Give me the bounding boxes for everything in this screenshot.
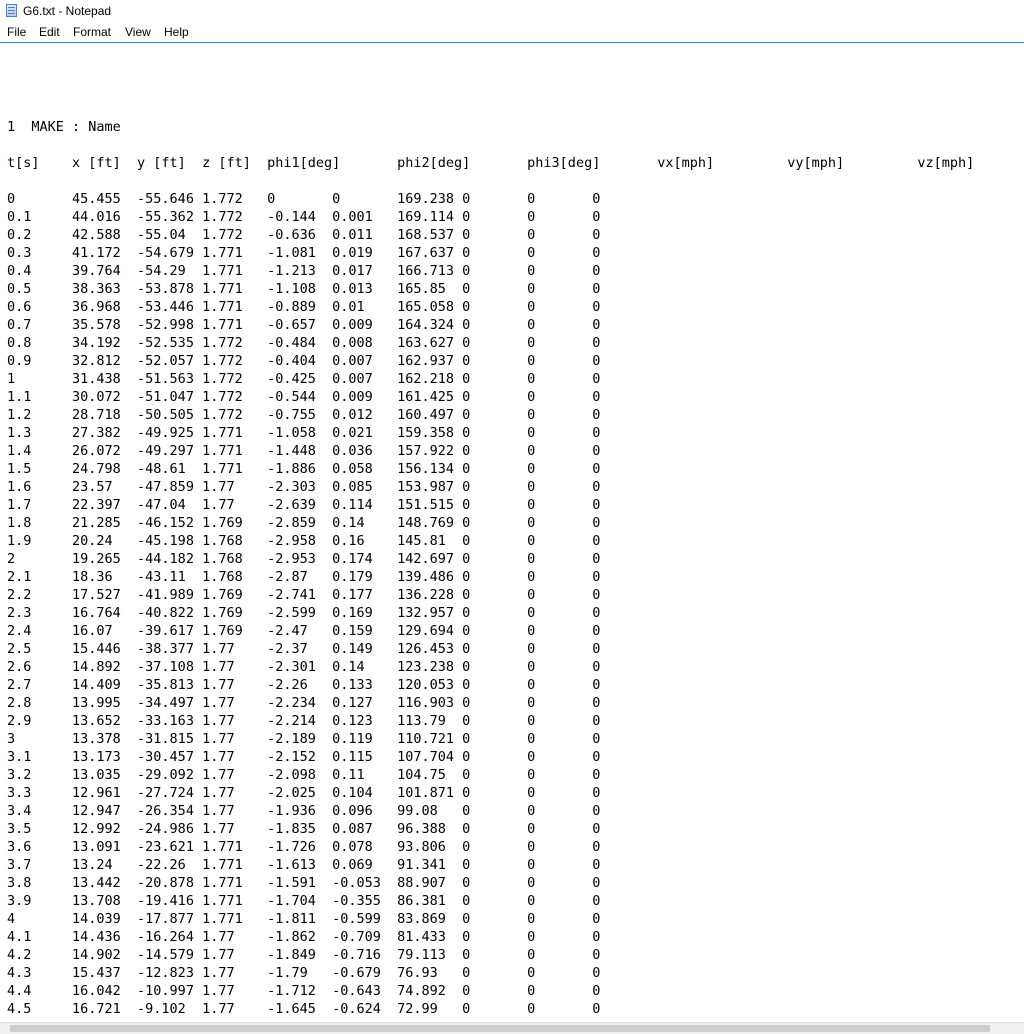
- scrollbar-thumb[interactable]: [10, 1025, 990, 1032]
- menu-view[interactable]: View: [123, 25, 153, 39]
- title-bar: G6.txt - Notepad: [0, 0, 1024, 22]
- window-title: G6.txt - Notepad: [23, 4, 112, 18]
- horizontal-scrollbar[interactable]: [0, 1022, 1024, 1034]
- menu-file[interactable]: File: [5, 25, 28, 39]
- menu-edit[interactable]: Edit: [37, 25, 62, 39]
- menu-help[interactable]: Help: [162, 25, 191, 39]
- text-editor[interactable]: 1 MAKE : Name t[s] x [ft] y [ft] z [ft] …: [0, 42, 1024, 1022]
- document-text[interactable]: 1 MAKE : Name t[s] x [ft] y [ft] z [ft] …: [7, 118, 974, 1018]
- menu-format[interactable]: Format: [71, 25, 113, 39]
- menu-bar: File Edit Format View Help: [0, 22, 1024, 42]
- notepad-icon: [6, 4, 17, 17]
